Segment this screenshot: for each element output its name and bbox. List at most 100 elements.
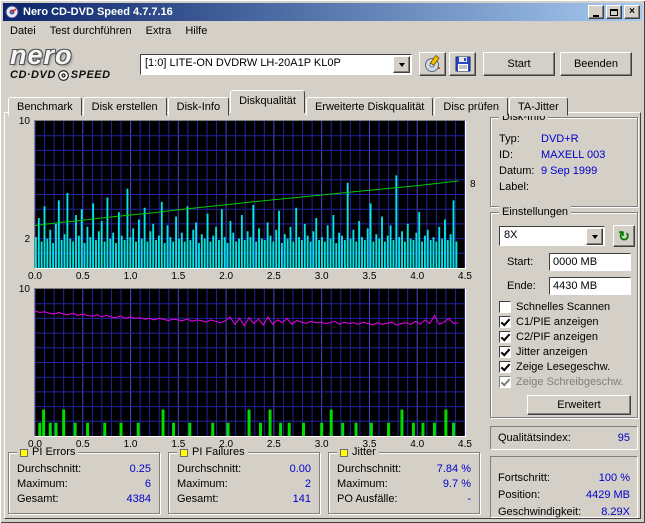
x-axis-tick-label: 3.0 <box>314 271 329 282</box>
x-axis-tick-label: 1.5 <box>171 439 186 450</box>
x-axis-tick-label: 1.0 <box>123 271 138 282</box>
title-bar: Nero CD-DVD Speed 4.7.7.16 × <box>3 3 642 21</box>
x-axis-tick-label: 1.5 <box>171 271 186 282</box>
checkbox-label: C1/PIE anzeigen <box>516 315 599 328</box>
app-icon <box>5 5 19 19</box>
stat-row: Maximum: 6 <box>9 477 159 492</box>
settings-group: Einstellungen 8X ↻ Start: Ende: Schnelle… <box>490 206 638 418</box>
tab-ta-jitter[interactable]: TA-Jitter <box>509 97 568 116</box>
checkbox-label: Jitter anzeigen <box>516 345 588 358</box>
speed-select-dropdown-button[interactable] <box>586 228 603 245</box>
x-axis-tick-label: 2.5 <box>266 271 281 282</box>
checkbox-schnelles-scannen[interactable]: Schnelles Scannen <box>499 299 635 314</box>
checkbox-box <box>499 330 511 343</box>
pie-speed-chart <box>34 120 466 269</box>
start-position-label: Start: <box>507 256 534 268</box>
x-axis-tick-label: 2.0 <box>219 439 234 450</box>
progress-value: 100 % <box>598 472 630 484</box>
stat-value: 141 <box>292 493 311 505</box>
checkbox-label: Zeige Schreibgeschw. <box>516 375 624 388</box>
stat-row: Durchschnitt: 7.84 % <box>329 462 479 477</box>
maximize-button[interactable] <box>606 5 622 19</box>
drive-select-value: [1:0] LITE-ON DVDRW LH-20A1P KL0P <box>145 57 341 69</box>
x-axis-tick-label: 4.0 <box>410 271 425 282</box>
disk-info-group: Disk-Info Typ: DVD+R ID: MAXELL 003 Datum: 9 … <box>490 111 638 207</box>
tab-benchmark[interactable]: Benchmark <box>8 97 82 116</box>
tab-disk-erstellen[interactable]: Disk erstellen <box>82 97 167 116</box>
menu-item-extra[interactable]: Extra <box>139 23 179 39</box>
tab-disc-pr-fen[interactable]: Disc prüfen <box>434 97 509 116</box>
nero-brand-text: nero <box>10 40 73 70</box>
stat-group-pi-errors: PI Errors Durchschnitt: 0.25 Maximum: 6 Gesam… <box>8 446 160 514</box>
tab-erweiterte-diskqualit-t[interactable]: Erweiterte Diskqualität <box>305 97 434 116</box>
checkbox-jitter-anzeigen[interactable]: Jitter anzeigen <box>499 344 635 359</box>
y-axis-left-label: 10 <box>18 284 30 295</box>
checkbox-label: Zeige Lesegeschw. <box>516 360 611 373</box>
create-disc-button[interactable] <box>419 52 446 76</box>
minimize-button[interactable] <box>588 5 604 19</box>
quality-index-panel: Qualitätsindex: 95 <box>490 426 638 450</box>
refresh-button[interactable]: ↻ <box>613 225 635 247</box>
stat-value: 9.7 % <box>442 478 471 490</box>
checkbox-c2-pif-anzeigen[interactable]: C2/PIF anzeigen <box>499 329 635 344</box>
stat-label: Gesamt: <box>177 493 219 505</box>
stat-group-pi-failures: PI Failures Durchschnitt: 0.00 Maximum: 2 Ges… <box>168 446 320 514</box>
x-axis-tick-label: 0.5 <box>75 271 90 282</box>
stat-row: Maximum: 2 <box>169 477 319 492</box>
advanced-button[interactable]: Erweitert <box>527 395 631 415</box>
tab-strip: Benchmark Disk erstellen Disk-Info Diskqual… <box>8 90 569 116</box>
start-position-field[interactable] <box>549 253 631 271</box>
x-axis-tick-label: 2.0 <box>219 271 234 282</box>
drive-select-dropdown-button[interactable] <box>393 56 410 73</box>
disk-info-row: Label: <box>491 179 637 195</box>
end-position-field[interactable] <box>549 277 631 295</box>
x-axis-tick-label: 3.5 <box>362 271 377 282</box>
close-button[interactable]: × <box>624 5 640 19</box>
menu-item-datei[interactable]: Datei <box>3 23 43 39</box>
stat-value: 0.00 <box>289 463 311 475</box>
stat-label: PO Ausfälle: <box>337 493 398 505</box>
disc-pen-icon <box>424 55 440 72</box>
logo-product-left: CD·DVD <box>10 69 56 81</box>
checkbox-box <box>499 300 511 313</box>
checkbox-zeige-schreibgeschw: Zeige Schreibgeschw. <box>499 374 635 389</box>
drive-select[interactable]: [1:0] LITE-ON DVDRW LH-20A1P KL0P <box>140 54 412 75</box>
disk-info-label: Label: <box>499 181 529 193</box>
quality-index-value: 95 <box>617 432 630 444</box>
quit-button[interactable]: Beenden <box>560 52 632 76</box>
progress-label: Position: <box>498 489 541 501</box>
save-results-button[interactable] <box>449 52 476 76</box>
checkbox-zeige-lesegeschw[interactable]: Zeige Lesegeschw. <box>499 359 635 374</box>
x-axis-tick-label: 2.5 <box>266 439 281 450</box>
tab-disk-info[interactable]: Disk-Info <box>167 97 230 116</box>
logo-product-right: SPEED <box>70 69 111 81</box>
chevron-down-icon <box>591 235 598 242</box>
stat-label: Maximum: <box>177 478 228 490</box>
floppy-disk-icon <box>455 56 470 72</box>
stat-label: Durchschnitt: <box>177 463 242 475</box>
checkbox-c1-pie-anzeigen[interactable]: C1/PIE anzeigen <box>499 314 635 329</box>
progress-value: 4429 MB <box>585 489 630 501</box>
speed-select[interactable]: 8X <box>499 226 605 246</box>
x-axis-tick-label: 0.0 <box>28 439 42 450</box>
stat-label: Gesamt: <box>17 493 59 505</box>
tab-diskqualit-t[interactable]: Diskqualität <box>230 90 305 113</box>
progress-row: Position: 4429 MB <box>498 487 630 504</box>
menu-item-hilfe[interactable]: Hilfe <box>178 23 214 39</box>
x-axis-tick-label: 4.5 <box>458 271 472 282</box>
x-axis-tick-label: 4.0 <box>410 439 425 450</box>
refresh-icon: ↻ <box>618 227 630 244</box>
disk-info-label: Datum: <box>499 165 535 177</box>
menu-item-test-durchf-hren[interactable]: Test durchführen <box>43 23 139 39</box>
progress-value: 8.29X <box>601 506 630 518</box>
nero-logo: nero CD·DVD SPEED <box>10 42 138 88</box>
disk-info-value: MAXELL 003 <box>541 149 606 161</box>
stat-label: Maximum: <box>17 478 68 490</box>
start-button[interactable]: Start <box>483 52 555 76</box>
disc-icon <box>57 69 69 81</box>
stat-value: 4384 <box>126 493 151 505</box>
disk-info-value: DVD+R <box>541 133 579 145</box>
checkbox-label: C2/PIF anzeigen <box>516 330 598 343</box>
progress-panel: Fortschritt: 100 % Position: 4429 MB Geschwi… <box>490 456 638 518</box>
disk-info-rows: Typ: DVD+R ID: MAXELL 003 Datum: 9 Sep 1999 La… <box>491 118 637 195</box>
